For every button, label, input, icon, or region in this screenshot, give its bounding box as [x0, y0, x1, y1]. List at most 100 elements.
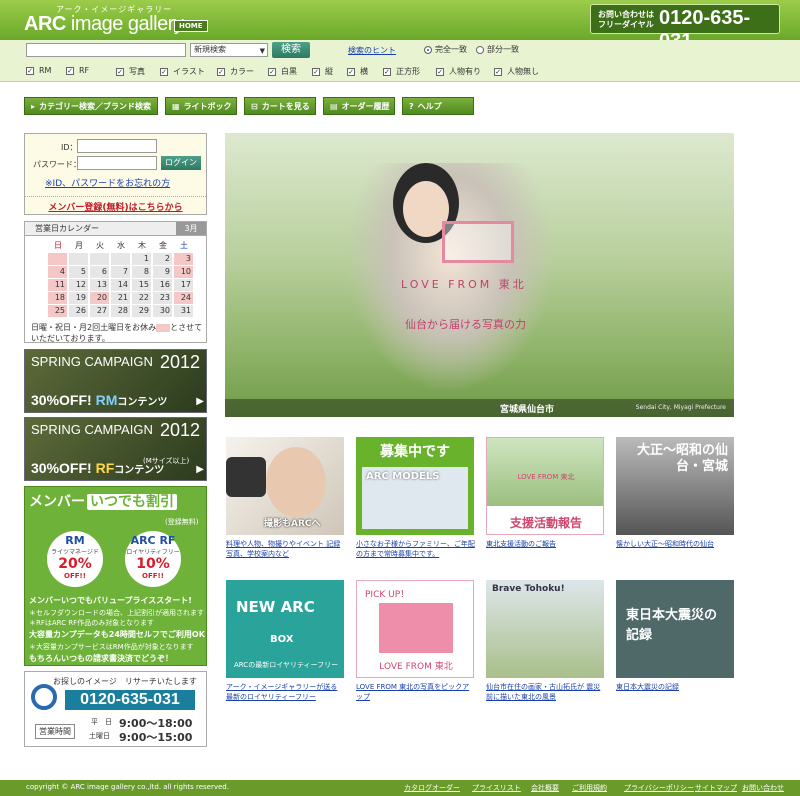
tile-caption[interactable]: 懐かしい大正～昭和時代の仙台 — [616, 539, 736, 549]
search-input[interactable] — [26, 43, 186, 57]
search-hint-link[interactable]: 検索のヒント — [348, 45, 396, 56]
phone-label: お問い合わせはフリーダイヤル — [598, 10, 654, 29]
footer-link-sitemap[interactable]: サイトマップ — [695, 783, 737, 793]
tile-sublabel: LOVE FROM 東北 — [379, 662, 453, 672]
banner-offer: 30%OFF! RFコンテンツ — [31, 460, 165, 476]
hero-image[interactable]: LOVE FROM 東北 仙台から届ける写真の力 宮城県仙台市 Sendai C… — [225, 133, 734, 417]
tile-new-arc-box[interactable]: NEW ARC BOX ARCの最新ロイヤリティーフリー — [226, 580, 344, 678]
forgot-password-link[interactable]: ※ID、パスワードをお忘れの方 — [45, 176, 170, 189]
login-button[interactable]: ログイン — [161, 156, 201, 170]
filter-rm[interactable]: ✓ RM — [26, 66, 51, 75]
calendar-day: 18 — [48, 292, 67, 304]
footer-link-terms[interactable]: ご利用規約 — [572, 783, 607, 793]
help-button[interactable]: ? ヘルプ — [402, 97, 474, 115]
filter-illust[interactable]: ✓ イラスト — [160, 66, 205, 77]
category-search-button[interactable]: ▸ カテゴリー検索／ブランド検索 — [24, 97, 158, 115]
tile-earthquake-record[interactable]: 東日本大震災の記録 — [616, 580, 734, 678]
password-input[interactable] — [77, 156, 157, 170]
rm-discount-badge: RM ライツマネージド 20% OFF!! — [47, 531, 103, 587]
footer-link-contact[interactable]: お問い合わせ — [742, 783, 784, 793]
tile-caption[interactable]: 東日本大震災の記録 — [616, 682, 736, 692]
id-label: ID： — [61, 143, 78, 152]
filter-landscape[interactable]: ✓ 横 — [347, 66, 368, 77]
member-line: 大容量カンプデータも24時間セルフでご利用OK — [29, 630, 205, 639]
love-from-tohoku-logo — [379, 603, 453, 653]
tile-pickup[interactable]: PICK UP！ LOVE FROM 東北 — [356, 580, 474, 678]
member-discount-panel[interactable]: メンバー いつでも割引 (登録無料) RM ライツマネージド 20% OFF!! ARC… — [24, 486, 207, 666]
search-button[interactable]: 検索 — [272, 42, 310, 58]
tile-support-report[interactable]: LOVE FROM 東北 支援活動報告 — [486, 437, 604, 535]
cart-button[interactable]: ⊟ カートを見る — [244, 97, 316, 115]
tile-extra: ARCの最新ロイヤリティーフリー — [234, 661, 339, 669]
footer-link-company[interactable]: 会社概要 — [531, 783, 559, 793]
filter-color[interactable]: ✓ カラー — [217, 66, 254, 77]
filter-portrait[interactable]: ✓ 縦 — [312, 66, 333, 77]
order-history-button[interactable]: ▤ オーダー履歴 — [323, 97, 395, 115]
tile-caption[interactable]: 料理や人物、物撮りやイベント 記録写真、学校案内など — [226, 539, 346, 559]
calendar-day: 29 — [132, 305, 151, 317]
tile-photography[interactable]: 撮影もARCへ — [226, 437, 344, 535]
lightbox-button[interactable]: ▦ ライトボックス — [165, 97, 237, 129]
tile-brave-tohoku[interactable]: Brave Tohoku! — [486, 580, 604, 678]
tile-sublabel: ARC MODELS — [366, 471, 440, 482]
calendar-day: 6 — [90, 266, 109, 278]
contact-phone: 0120-635-031 — [65, 690, 195, 710]
filter-square[interactable]: ✓ 正方形 — [383, 66, 420, 77]
calendar-day: 12 — [69, 279, 88, 291]
filter-photo[interactable]: ✓ 写真 — [116, 66, 145, 77]
tile-taisho-showa[interactable]: 大正～昭和の仙台・宮城 — [616, 437, 734, 535]
weekday-label: 木 — [138, 241, 146, 250]
filter-rf[interactable]: ✓ RF — [66, 66, 89, 75]
calendar-note: 日曜・祝日・月2回土曜日をお休み とさせていただいております。 — [31, 323, 203, 343]
calendar-day: 19 — [69, 292, 88, 304]
copyright: copyright © ARC image gallery co.,ltd. a… — [26, 783, 229, 791]
calendar-day: 20 — [90, 292, 109, 304]
tile-caption[interactable]: 東北支援活動のご報告 — [486, 539, 606, 549]
tile-caption[interactable]: アーク・イメージギャラリーが送る 最新のロイヤリティーフリー — [226, 682, 346, 702]
tile-caption[interactable]: LOVE FROM 東北の写真をピックアップ — [356, 682, 476, 702]
calendar-day: 11 — [48, 279, 67, 291]
calendar-day: 1 — [132, 253, 151, 265]
tile-models-recruit[interactable]: 募集中です ARC MODELS — [356, 437, 474, 535]
banner-title: SPRING CAMPAIGN — [31, 422, 153, 437]
footer-link-catalog[interactable]: カタログオーダー — [404, 783, 460, 793]
weekday-label: 月 — [75, 241, 83, 250]
exact-match-radio[interactable]: 完全一致 — [424, 44, 467, 55]
hero-tagline: 仙台から届ける写真の力 — [405, 318, 526, 331]
search-mode-select[interactable]: 新規検索 ▼ — [190, 43, 268, 57]
tile-caption[interactable]: 仙台市在住の画家・古山拓氏が 震災前に描いた東北の風景 — [486, 682, 606, 702]
tile-label: Brave Tohoku! — [492, 584, 565, 594]
partial-match-radio[interactable]: 部分一致 — [476, 44, 519, 55]
calendar-day: 21 — [111, 292, 130, 304]
spring-campaign-rf-banner[interactable]: SPRING CAMPAIGN 2012 (Mサイズ以上) 30%OFF! RF… — [24, 417, 207, 481]
hero-location-bar: 宮城県仙台市 Sendai City, Miyagi Prefecture — [225, 399, 734, 417]
hero-location: 宮城県仙台市 — [499, 405, 554, 415]
magnifier-icon — [31, 684, 57, 710]
home-button[interactable]: HOME — [174, 20, 208, 32]
tile-label: 支援活動報告 — [509, 516, 582, 530]
tile-caption[interactable]: 小さなお子様からファミリー、ご年配の方まで常時募集中です。 — [356, 539, 476, 559]
filter-without-people[interactable]: ✓ 人物無し — [494, 66, 539, 77]
weekday-label: 土 — [180, 241, 188, 250]
weekday-label: 日 — [54, 241, 62, 250]
arrow-right-icon: ▶ — [196, 464, 204, 475]
camera-icon — [226, 457, 266, 497]
spring-campaign-rm-banner[interactable]: SPRING CAMPAIGN 2012 30%OFF! RMコンテンツ ▶ — [24, 349, 207, 413]
saturday-hours: 9:00～15:00 — [119, 731, 193, 744]
filter-monochrome[interactable]: ✓ 白黒 — [268, 66, 297, 77]
arrow-right-icon: ▶ — [196, 396, 204, 407]
member-title: メンバー いつでも割引 — [29, 491, 177, 511]
tile-label: PICK UP！ — [365, 590, 410, 600]
document-icon: ▤ — [330, 102, 338, 111]
calendar-day: 26 — [69, 305, 88, 317]
register-link[interactable]: メンバー登録(無料)はこちらから — [25, 196, 206, 213]
tile-sublabel: LOVE FROM 東北 — [517, 473, 575, 481]
footer-link-privacy[interactable]: プライバシーポリシー — [624, 783, 694, 793]
footer-link-price[interactable]: プライスリスト — [472, 783, 521, 793]
id-input[interactable] — [77, 139, 157, 153]
research-contact-panel: お探しのイメージ リサーチいたします 0120-635-031 営業時間 平 日… — [24, 671, 207, 747]
filter-with-people[interactable]: ✓ 人物有り — [436, 66, 481, 77]
site-logo[interactable]: ARC image gallery — [24, 13, 184, 36]
weekday-label: 金 — [159, 241, 167, 250]
footer: copyright © ARC image gallery co.,ltd. a… — [0, 780, 800, 796]
